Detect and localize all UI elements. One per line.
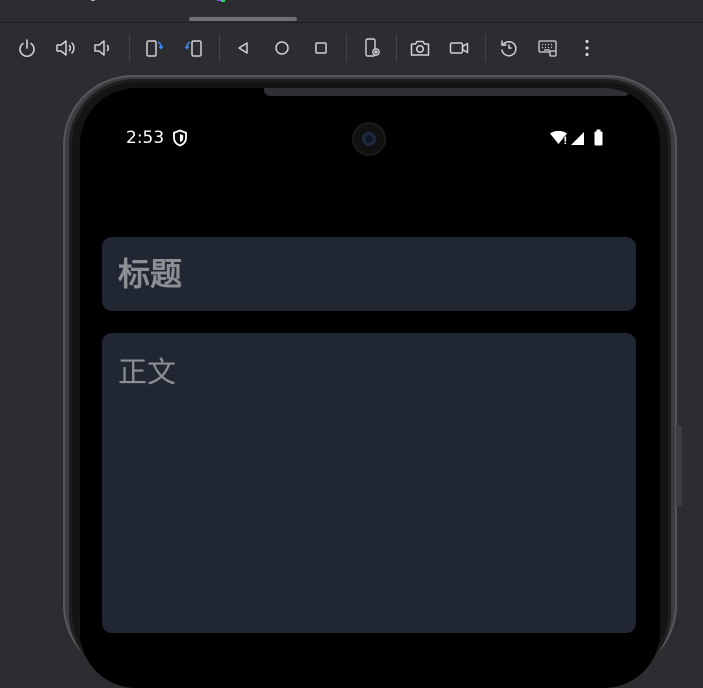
rotate-left-button[interactable] (141, 35, 167, 61)
toolbar-separator (346, 34, 347, 62)
device-settings-icon (365, 38, 380, 57)
toolbar-separator (129, 34, 130, 62)
status-time: 2:53 (126, 128, 165, 148)
power-button[interactable] (14, 35, 40, 61)
rotate-left-icon (146, 40, 164, 57)
screen-record-button[interactable] (446, 35, 472, 61)
keyboard-icon (538, 40, 557, 57)
device-screen[interactable]: 2:53 (80, 88, 660, 688)
status-icons (550, 129, 603, 146)
overview-icon (315, 42, 327, 54)
volume-down-icon (94, 40, 110, 56)
toolbar-separator (485, 34, 486, 62)
front-camera (354, 124, 384, 154)
more-icon (585, 39, 589, 57)
reset-button[interactable] (496, 35, 522, 61)
volume-up-icon (56, 40, 75, 56)
app-tab-icon (217, 0, 225, 2)
title-card (102, 237, 636, 311)
battery-icon (594, 131, 603, 146)
power-icon (19, 39, 35, 57)
volume-down-button[interactable] (90, 35, 116, 61)
screenshot-button[interactable] (407, 35, 433, 61)
screen-record-icon (449, 42, 469, 54)
body-input[interactable] (116, 347, 620, 611)
device-settings-button[interactable] (359, 35, 385, 61)
screenshot-icon (410, 40, 430, 56)
toolbar-separator (396, 34, 397, 62)
reset-icon (501, 40, 517, 57)
rotate-right-icon (184, 40, 202, 57)
device-stage: 2:53 (0, 75, 703, 688)
keyboard-button[interactable] (535, 35, 561, 61)
emulator-toolbar (0, 22, 703, 76)
shield-icon (173, 129, 187, 147)
status-bar: 2:53 (80, 88, 660, 154)
home-icon (275, 41, 289, 55)
tab-icon (90, 0, 96, 1)
toolbar-separator (219, 34, 220, 62)
more-options-button[interactable] (574, 35, 600, 61)
window-top-strip (0, 0, 703, 22)
overview-button[interactable] (308, 35, 334, 61)
cellular-signal-icon (571, 132, 584, 145)
back-button[interactable] (230, 35, 256, 61)
rotate-right-button[interactable] (181, 35, 207, 61)
body-card (102, 333, 636, 633)
home-button[interactable] (269, 35, 295, 61)
wifi-icon (550, 130, 567, 145)
title-input[interactable] (116, 253, 620, 295)
phone-side-button (676, 425, 682, 507)
camera-lens (362, 132, 376, 146)
active-tab-indicator (189, 17, 297, 21)
volume-up-button[interactable] (52, 35, 78, 61)
back-icon (238, 42, 248, 54)
